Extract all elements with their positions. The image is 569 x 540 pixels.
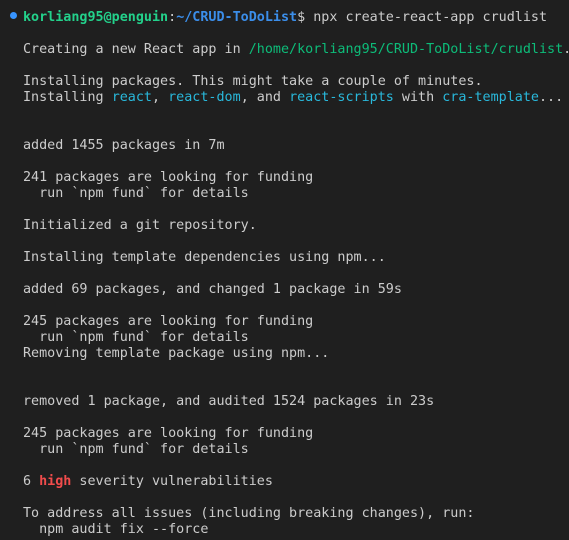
prompt-symbol: $: [297, 10, 314, 25]
output-line-installing-msg: Installing packages. This might take a c…: [23, 74, 483, 89]
installing-prefix: Installing: [23, 90, 112, 105]
prompt-separator: :: [168, 10, 177, 25]
pkg-react-scripts: react-scripts: [289, 90, 394, 105]
vuln-rest: severity vulnerabilities: [71, 474, 273, 489]
creating-suffix: .: [563, 42, 569, 57]
output-line-added-69: added 69 packages, and changed 1 package…: [23, 282, 402, 297]
output-line-fund-details: run `npm fund` for details: [23, 330, 249, 345]
prompt-line: korliang95@penguin:~/CRUD-ToDoList$ npx …: [10, 10, 547, 26]
prompt-cwd: ~/CRUD-ToDoList: [176, 10, 298, 25]
output-line-fund-details: run `npm fund` for details: [23, 442, 249, 457]
command-status-dot-icon[interactable]: [10, 12, 17, 19]
vuln-severity-high: high: [39, 474, 72, 489]
output-line-audit-fix: npm audit fix --force: [23, 522, 209, 537]
prompt-user-host: korliang95@penguin: [23, 10, 169, 25]
output-line-address-issues: To address all issues (including breakin…: [23, 506, 475, 521]
list-separator: , and: [240, 90, 290, 105]
output-line-fund-details: run `npm fund` for details: [23, 186, 249, 201]
pkg-cra-template: cra-template: [442, 90, 539, 105]
output-line-added-1455: added 1455 packages in 7m: [23, 138, 225, 153]
output-line-template-deps: Installing template dependencies using n…: [23, 250, 386, 265]
terminal-output[interactable]: korliang95@penguin:~/CRUD-ToDoList$ npx …: [0, 0, 569, 540]
output-line-funding-245: 245 packages are looking for funding: [23, 314, 314, 329]
output-line-vulnerabilities: 6 high severity vulnerabilities: [23, 474, 273, 490]
output-line-git-init: Initialized a git repository.: [23, 218, 257, 233]
output-line-installing-list: Installing react, react-dom, and react-s…: [23, 90, 563, 106]
pkg-react-dom: react-dom: [168, 90, 241, 105]
output-line-funding-241: 241 packages are looking for funding: [23, 170, 314, 185]
prompt-command: npx create-react-app crudlist: [313, 10, 548, 25]
list-separator: with: [393, 90, 443, 105]
output-line-removed-1: removed 1 package, and audited 1524 pack…: [23, 394, 435, 409]
list-separator: ,: [152, 90, 169, 105]
creating-path-link[interactable]: /home/korliang95/CRUD-ToDoList/crudlist: [249, 42, 563, 57]
creating-prefix: Creating a new React app in: [23, 42, 249, 57]
output-line-creating: Creating a new React app in /home/korlia…: [23, 42, 569, 58]
vuln-count: 6: [23, 474, 40, 489]
output-line-funding-245: 245 packages are looking for funding: [23, 426, 314, 441]
pkg-react: react: [111, 90, 152, 105]
list-suffix: ...: [539, 90, 564, 105]
output-line-removing-template: Removing template package using npm...: [23, 346, 330, 361]
